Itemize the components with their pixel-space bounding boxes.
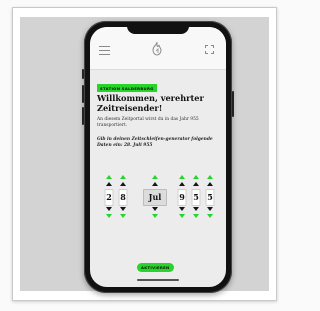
- station-badge: STATION SALDERBURG: [97, 84, 157, 93]
- down-arrow-icon[interactable]: [119, 207, 126, 211]
- up-arrow-icon[interactable]: [119, 175, 126, 179]
- down-arrow-icon[interactable]: [105, 214, 112, 218]
- flame-logo-icon[interactable]: [151, 41, 163, 56]
- down-arrow-icon[interactable]: [178, 207, 185, 211]
- down-arrow-icon[interactable]: [119, 214, 126, 218]
- date-picker: 2 8 Jul 9 5 5: [90, 169, 226, 225]
- mute-switch: [82, 69, 84, 79]
- down-arrow-icon[interactable]: [151, 214, 158, 218]
- down-arrow-icon[interactable]: [206, 207, 213, 211]
- hamburger-menu-icon[interactable]: [99, 46, 110, 55]
- year-ones-value[interactable]: 5: [205, 189, 215, 206]
- year-ones-column: 5: [204, 169, 216, 225]
- activate-button[interactable]: AKTIVIEREN: [137, 263, 174, 272]
- day-tens-value[interactable]: 2: [104, 189, 114, 206]
- up-arrow-icon[interactable]: [178, 175, 185, 179]
- welcome-heading: Willkommen, verehrter Zeitreisender!: [97, 93, 204, 113]
- year-hundreds-column: 9: [176, 169, 188, 225]
- down-arrow-icon[interactable]: [192, 207, 199, 211]
- phone-notch: [127, 25, 189, 34]
- down-arrow-icon[interactable]: [206, 214, 213, 218]
- down-arrow-icon[interactable]: [105, 207, 112, 211]
- image-frame: STATION SALDERBURG Willkommen, verehrter…: [12, 7, 277, 301]
- day-tens-column: 2: [103, 169, 115, 225]
- year-tens-column: 5: [190, 169, 202, 225]
- home-indicator: [137, 279, 179, 281]
- day-ones-value[interactable]: 8: [118, 189, 128, 206]
- up-arrow-icon[interactable]: [192, 175, 199, 179]
- up-arrow-icon[interactable]: [178, 182, 185, 186]
- year-hundreds-value[interactable]: 9: [177, 189, 187, 206]
- up-arrow-icon[interactable]: [119, 182, 126, 186]
- power-button: [232, 91, 234, 117]
- up-arrow-icon[interactable]: [151, 175, 158, 179]
- volume-up-button: [82, 85, 84, 103]
- up-arrow-icon[interactable]: [151, 182, 158, 186]
- welcome-content: STATION SALDERBURG Willkommen, verehrter…: [90, 71, 226, 287]
- instruction-text: Gib in deinen Zeitschleifen-generator fo…: [97, 137, 213, 149]
- volume-down-button: [82, 107, 84, 125]
- up-arrow-icon[interactable]: [206, 175, 213, 179]
- up-arrow-icon[interactable]: [105, 182, 112, 186]
- down-arrow-icon[interactable]: [178, 214, 185, 218]
- phone-mockup: STATION SALDERBURG Willkommen, verehrter…: [82, 21, 234, 293]
- down-arrow-icon[interactable]: [151, 207, 158, 211]
- up-arrow-icon[interactable]: [206, 182, 213, 186]
- down-arrow-icon[interactable]: [192, 214, 199, 218]
- month-value[interactable]: Jul: [143, 189, 167, 206]
- fullscreen-icon[interactable]: [205, 45, 214, 54]
- up-arrow-icon[interactable]: [192, 182, 199, 186]
- day-ones-column: 8: [117, 169, 129, 225]
- phone-screen: STATION SALDERBURG Willkommen, verehrter…: [90, 27, 226, 287]
- intro-text: An diesem Zeitportal wirst du in das Jah…: [97, 117, 199, 129]
- month-column: Jul: [142, 169, 168, 225]
- up-arrow-icon[interactable]: [105, 175, 112, 179]
- year-tens-value[interactable]: 5: [191, 189, 201, 206]
